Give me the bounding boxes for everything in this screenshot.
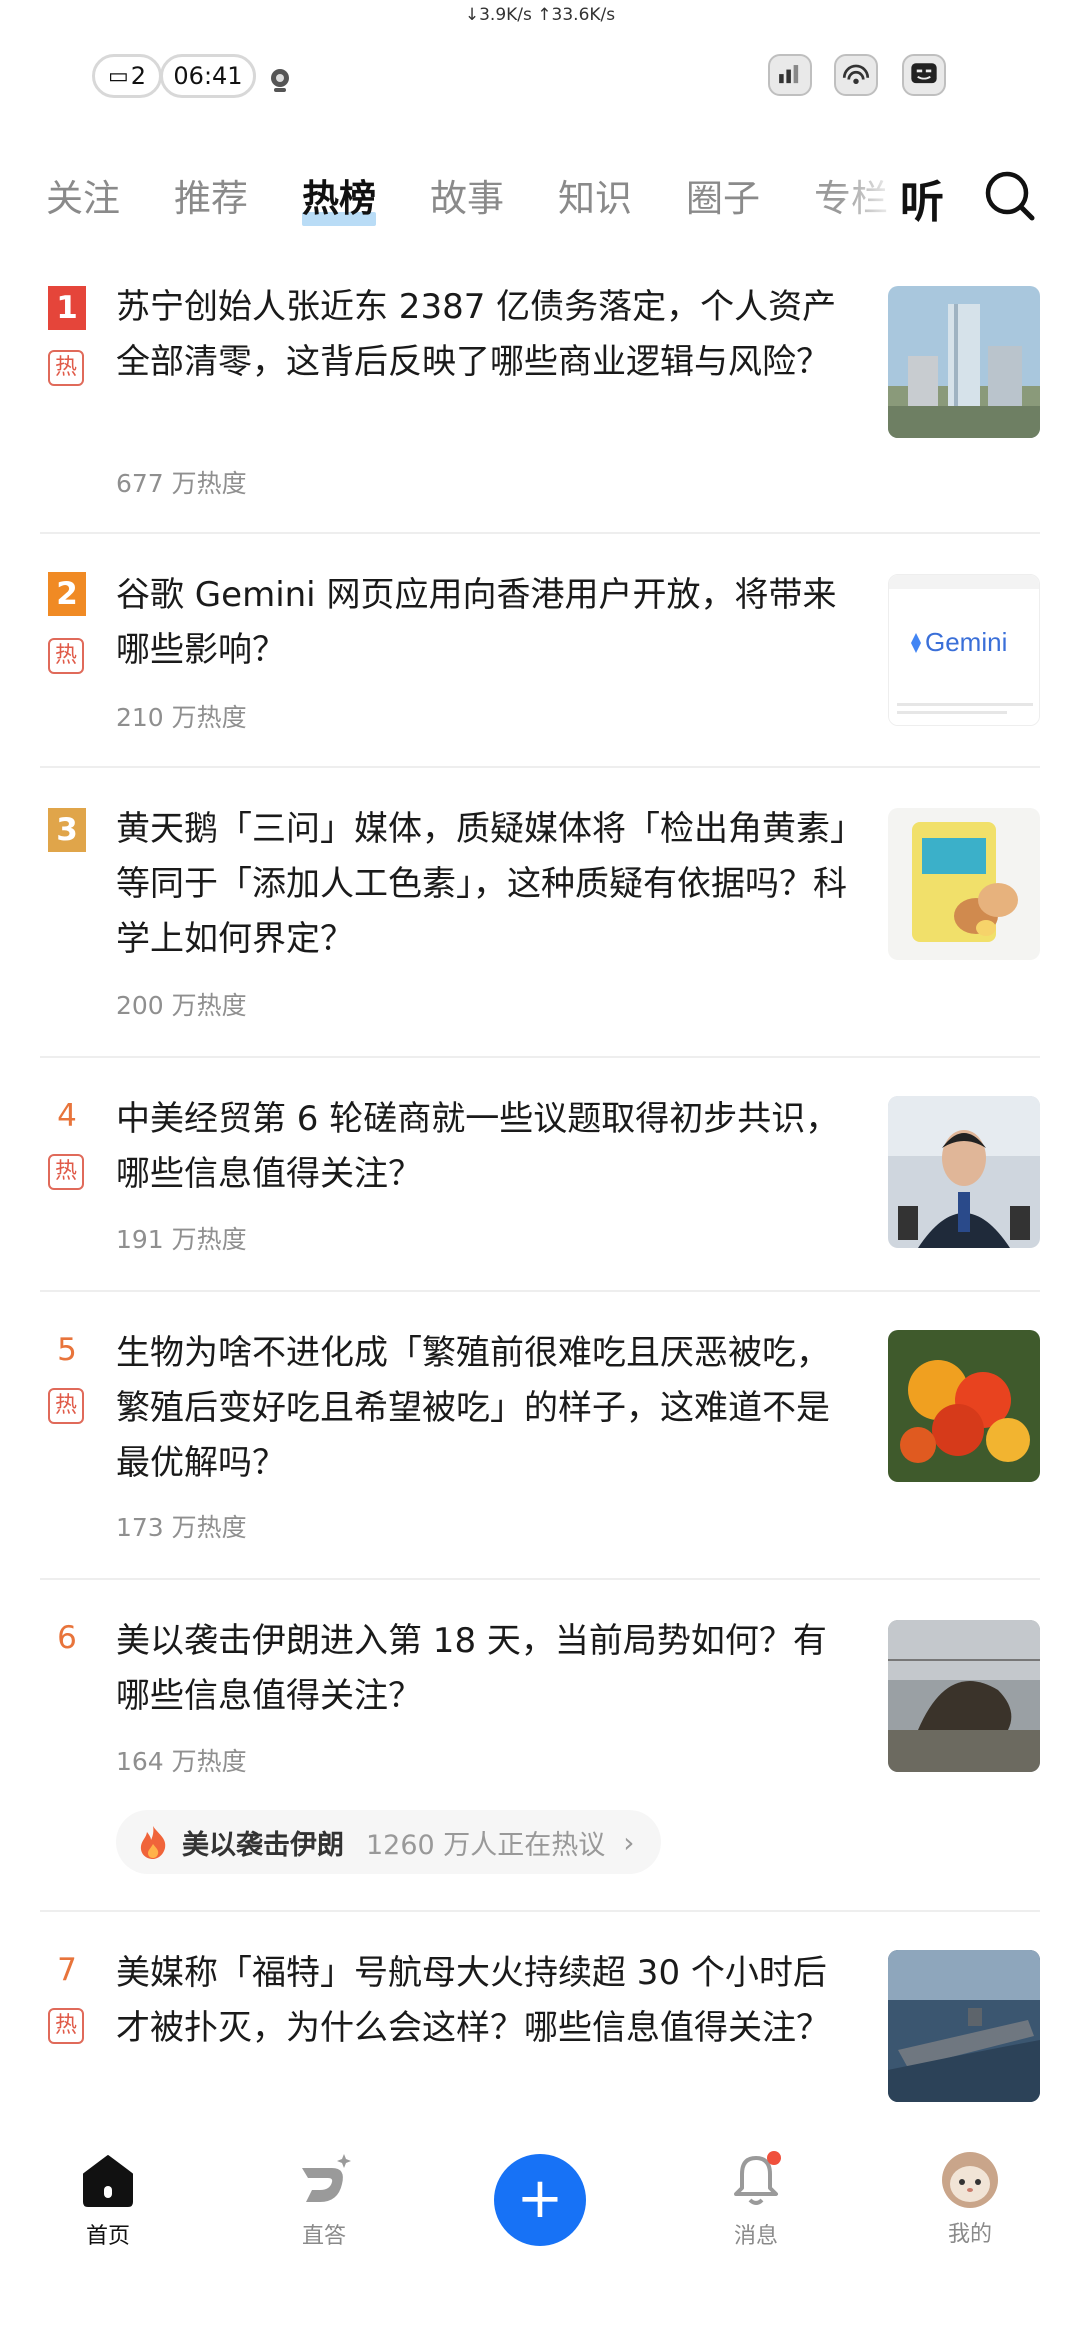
nav-zhida-label: 直答 <box>301 2224 346 2249</box>
hot-tag: 热 <box>48 638 84 674</box>
item-heat: 164 万热度 <box>116 1747 247 1776</box>
item-title[interactable]: 美媒称「福特」号航母大火持续超 30 个小时后才被扑灭，为什么会这样？哪些信息值… <box>116 1946 856 2056</box>
nav-home[interactable]: 首页 <box>48 2150 168 2250</box>
item-thumbnail[interactable] <box>888 1950 1040 2102</box>
fire-icon <box>140 1826 166 1859</box>
app-notification-icon: ▭ <box>107 63 129 89</box>
add-button[interactable]: + <box>494 2154 586 2246</box>
nav-messages[interactable]: 消息 <box>696 2150 816 2250</box>
rank-number: 4 <box>57 1098 77 1134</box>
item-title[interactable]: 谷歌 Gemini 网页应用向香港用户开放，将带来哪些影响？ <box>116 568 856 678</box>
nav-me-label: 我的 <box>947 2222 992 2247</box>
bell-icon <box>734 2151 781 2205</box>
item-thumbnail[interactable] <box>888 808 1040 960</box>
listen-button[interactable]: 听 <box>900 166 944 230</box>
item-thumbnail[interactable] <box>888 1620 1040 1772</box>
divider <box>40 1578 1040 1580</box>
rank-number: 7 <box>57 1952 77 1988</box>
nav-messages-label: 消息 <box>733 2224 778 2249</box>
zhida-icon <box>302 2154 351 2202</box>
topic-name: 美以袭击伊朗 <box>182 1829 344 1861</box>
item-thumbnail[interactable] <box>888 286 1040 438</box>
search-icon[interactable] <box>982 168 1038 224</box>
topic-discussion-count: 1260 万人正在热议 <box>366 1829 606 1861</box>
hot-tag: 热 <box>48 1154 84 1190</box>
battery-face-icon <box>902 54 946 96</box>
related-topic-chip[interactable]: 美以袭击伊朗 1260 万人正在热议 › <box>116 1810 661 1874</box>
rank-badge: 1 <box>48 286 86 330</box>
notification-count: 2 <box>130 62 147 90</box>
status-time: 06:41 <box>173 62 243 90</box>
item-thumbnail[interactable] <box>888 1096 1040 1248</box>
item-heat: 677 万热度 <box>116 469 247 498</box>
tab-knowledge[interactable]: 知识 <box>558 168 632 222</box>
hot-tag: 热 <box>48 2008 84 2044</box>
tab-follow[interactable]: 关注 <box>46 168 120 222</box>
divider <box>40 1290 1040 1292</box>
nav-me[interactable]: 我的 <box>910 2150 1030 2248</box>
item-title[interactable]: 中美经贸第 6 轮磋商就一些议题取得初步共识，哪些信息值得关注？ <box>116 1092 856 1202</box>
rank-badge: 2 <box>48 572 86 616</box>
tab-circles[interactable]: 圈子 <box>686 168 760 222</box>
item-heat: 173 万热度 <box>116 1513 247 1542</box>
network-speed: ↓3.9K/s ↑33.6K/s <box>464 5 616 25</box>
hot-tag: 热 <box>48 350 84 386</box>
clock-pill: 06:41 <box>160 54 256 98</box>
rank-number: 6 <box>57 1620 77 1656</box>
tab-stories[interactable]: 故事 <box>430 168 504 222</box>
notification-pill[interactable]: ▭ 2 <box>92 54 162 98</box>
tab-recommend[interactable]: 推荐 <box>174 168 248 222</box>
nav-zhida[interactable]: 直答 <box>264 2150 384 2250</box>
avatar <box>942 2152 998 2208</box>
wifi-icon <box>834 54 878 96</box>
divider <box>40 766 1040 768</box>
item-heat: 191 万热度 <box>116 1225 247 1254</box>
item-title[interactable]: 生物为啥不进化成「繁殖前很难吃且厌恶被吃，繁殖后变好吃且希望被吃」的样子，这难道… <box>116 1326 856 1491</box>
divider <box>40 1056 1040 1058</box>
hot-tag: 热 <box>48 1388 84 1424</box>
item-title[interactable]: 苏宁创始人张近东 2387 亿债务落定，个人资产全部清零，这背后反映了哪些商业逻… <box>116 280 856 390</box>
nav-home-label: 首页 <box>85 2224 130 2249</box>
gemini-logo-text: Gemini <box>925 627 1007 657</box>
divider <box>40 532 1040 534</box>
item-thumbnail[interactable]: Gemini <box>888 574 1040 726</box>
rank-number: 5 <box>57 1332 77 1368</box>
item-thumbnail[interactable] <box>888 1330 1040 1482</box>
tab-hot-list[interactable]: 热榜 <box>302 168 376 226</box>
signal-icon <box>768 54 812 96</box>
item-heat: 200 万热度 <box>116 991 247 1020</box>
home-icon <box>83 2155 133 2207</box>
chevron-right-icon: › <box>623 1825 635 1859</box>
item-heat: 210 万热度 <box>116 703 247 732</box>
tab-fade <box>840 166 900 236</box>
item-title[interactable]: 美以袭击伊朗进入第 18 天，当前局势如何？有哪些信息值得关注？ <box>116 1614 856 1724</box>
camera-indicator-icon <box>271 69 289 92</box>
divider <box>40 1910 1040 1912</box>
rank-badge: 3 <box>48 808 86 852</box>
item-title[interactable]: 黄天鹅「三问」媒体，质疑媒体将「检出角黄素」等同于「添加人工色素」，这种质疑有依… <box>116 802 856 967</box>
